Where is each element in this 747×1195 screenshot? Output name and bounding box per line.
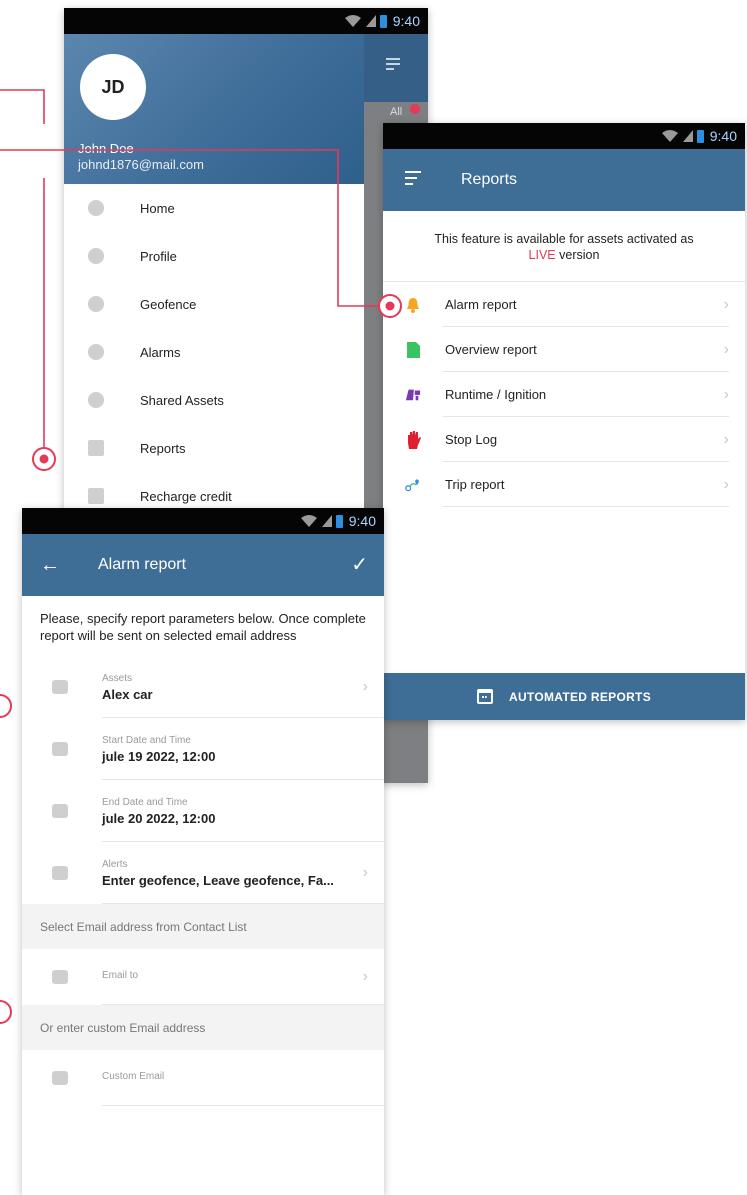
callout-dot-center (39, 454, 49, 464)
callout-dot-center (385, 301, 395, 311)
callout-line-1 (0, 89, 45, 124)
callout-lines (0, 89, 402, 1024)
callout-dot-assets (0, 694, 12, 718)
callout-line-2 (0, 149, 383, 307)
callout-dot-email (0, 1000, 12, 1024)
